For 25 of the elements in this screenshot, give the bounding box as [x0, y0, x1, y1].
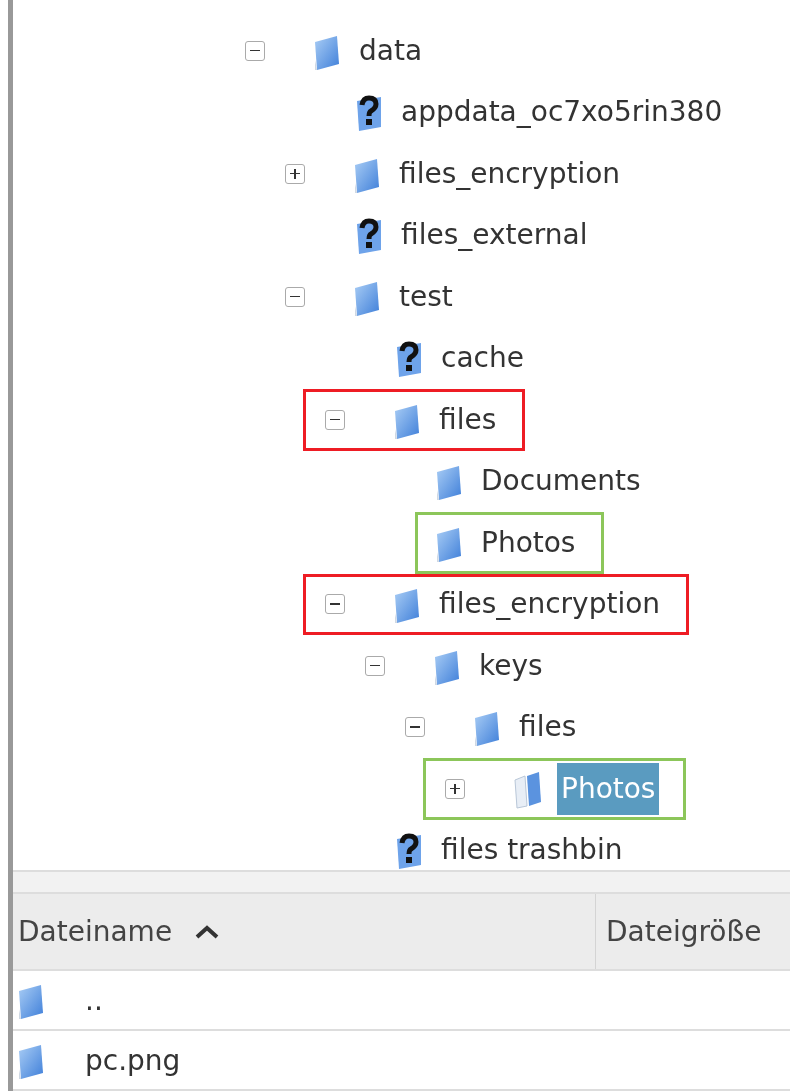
folder-name[interactable]: files_encryption	[437, 582, 663, 627]
expand-toggle[interactable]	[445, 778, 465, 799]
collapse-toggle[interactable]	[245, 40, 265, 61]
collapse-toggle[interactable]	[365, 655, 385, 676]
folder-name[interactable]: keys	[477, 643, 545, 688]
folder-name[interactable]: files	[437, 397, 499, 442]
collapse-toggle[interactable]	[285, 286, 305, 307]
folder-name[interactable]: files	[517, 705, 579, 750]
folder-name[interactable]: cache	[439, 336, 526, 381]
column-header[interactable]: Dateigröße	[595, 894, 790, 969]
folder-name[interactable]: files trashbin	[439, 828, 625, 870]
file-name[interactable]: ..	[85, 983, 103, 1017]
expand-toggle[interactable]	[285, 163, 305, 184]
collapse-toggle[interactable]	[325, 409, 345, 430]
folder-name[interactable]: files_encryption	[397, 151, 623, 196]
folder-name[interactable]: files_external	[399, 213, 590, 258]
folder-name[interactable]: test	[397, 274, 455, 319]
folder-name[interactable]: data	[357, 28, 425, 73]
column-header[interactable]: Dateiname	[13, 894, 595, 969]
folder-name[interactable]: Documents	[479, 459, 643, 504]
collapse-toggle[interactable]	[405, 717, 425, 738]
file-name[interactable]: pc.png	[85, 1043, 181, 1077]
folder-name[interactable]: Photos	[479, 520, 578, 565]
collapse-toggle[interactable]	[325, 594, 345, 615]
folder-name[interactable]: appdata_oc7xo5rin380	[399, 90, 725, 135]
